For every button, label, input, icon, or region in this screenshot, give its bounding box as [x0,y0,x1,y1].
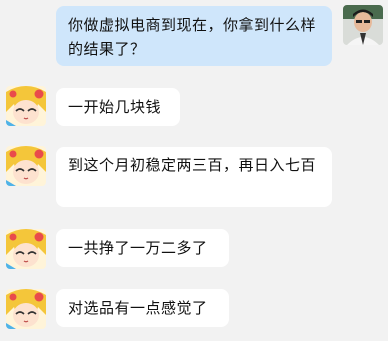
sender-avatar[interactable] [6,86,46,126]
chat-bubble-incoming[interactable]: 一开始几块钱 [56,88,180,126]
anime-girl-icon [6,146,46,186]
message-text: 一共挣了一万二多了 [68,239,208,257]
message-text: 你做虚拟电商到现在，你拿到什么样的结果了？ [68,16,317,58]
chat-bubble-incoming[interactable]: 对选品有一点感觉了 [56,289,229,327]
anime-girl-icon [6,229,46,269]
user-avatar[interactable] [343,5,383,45]
anime-girl-icon [6,289,46,329]
sender-avatar[interactable] [6,146,46,186]
chat-bubble-incoming[interactable]: 一共挣了一万二多了 [56,229,229,267]
message-text: 一开始几块钱 [68,98,162,116]
chat-bubble-outgoing[interactable]: 你做虚拟电商到现在，你拿到什么样的结果了？ [56,6,332,66]
anime-girl-icon [6,86,46,126]
sender-avatar[interactable] [6,289,46,329]
sender-avatar[interactable] [6,229,46,269]
user-photo-icon [343,5,383,45]
chat-bubble-incoming[interactable]: 到这个月初稳定两三百，再日入七百 [56,147,332,207]
message-text: 到这个月初稳定两三百，再日入七百 [68,156,317,174]
message-text: 对选品有一点感觉了 [68,299,208,317]
